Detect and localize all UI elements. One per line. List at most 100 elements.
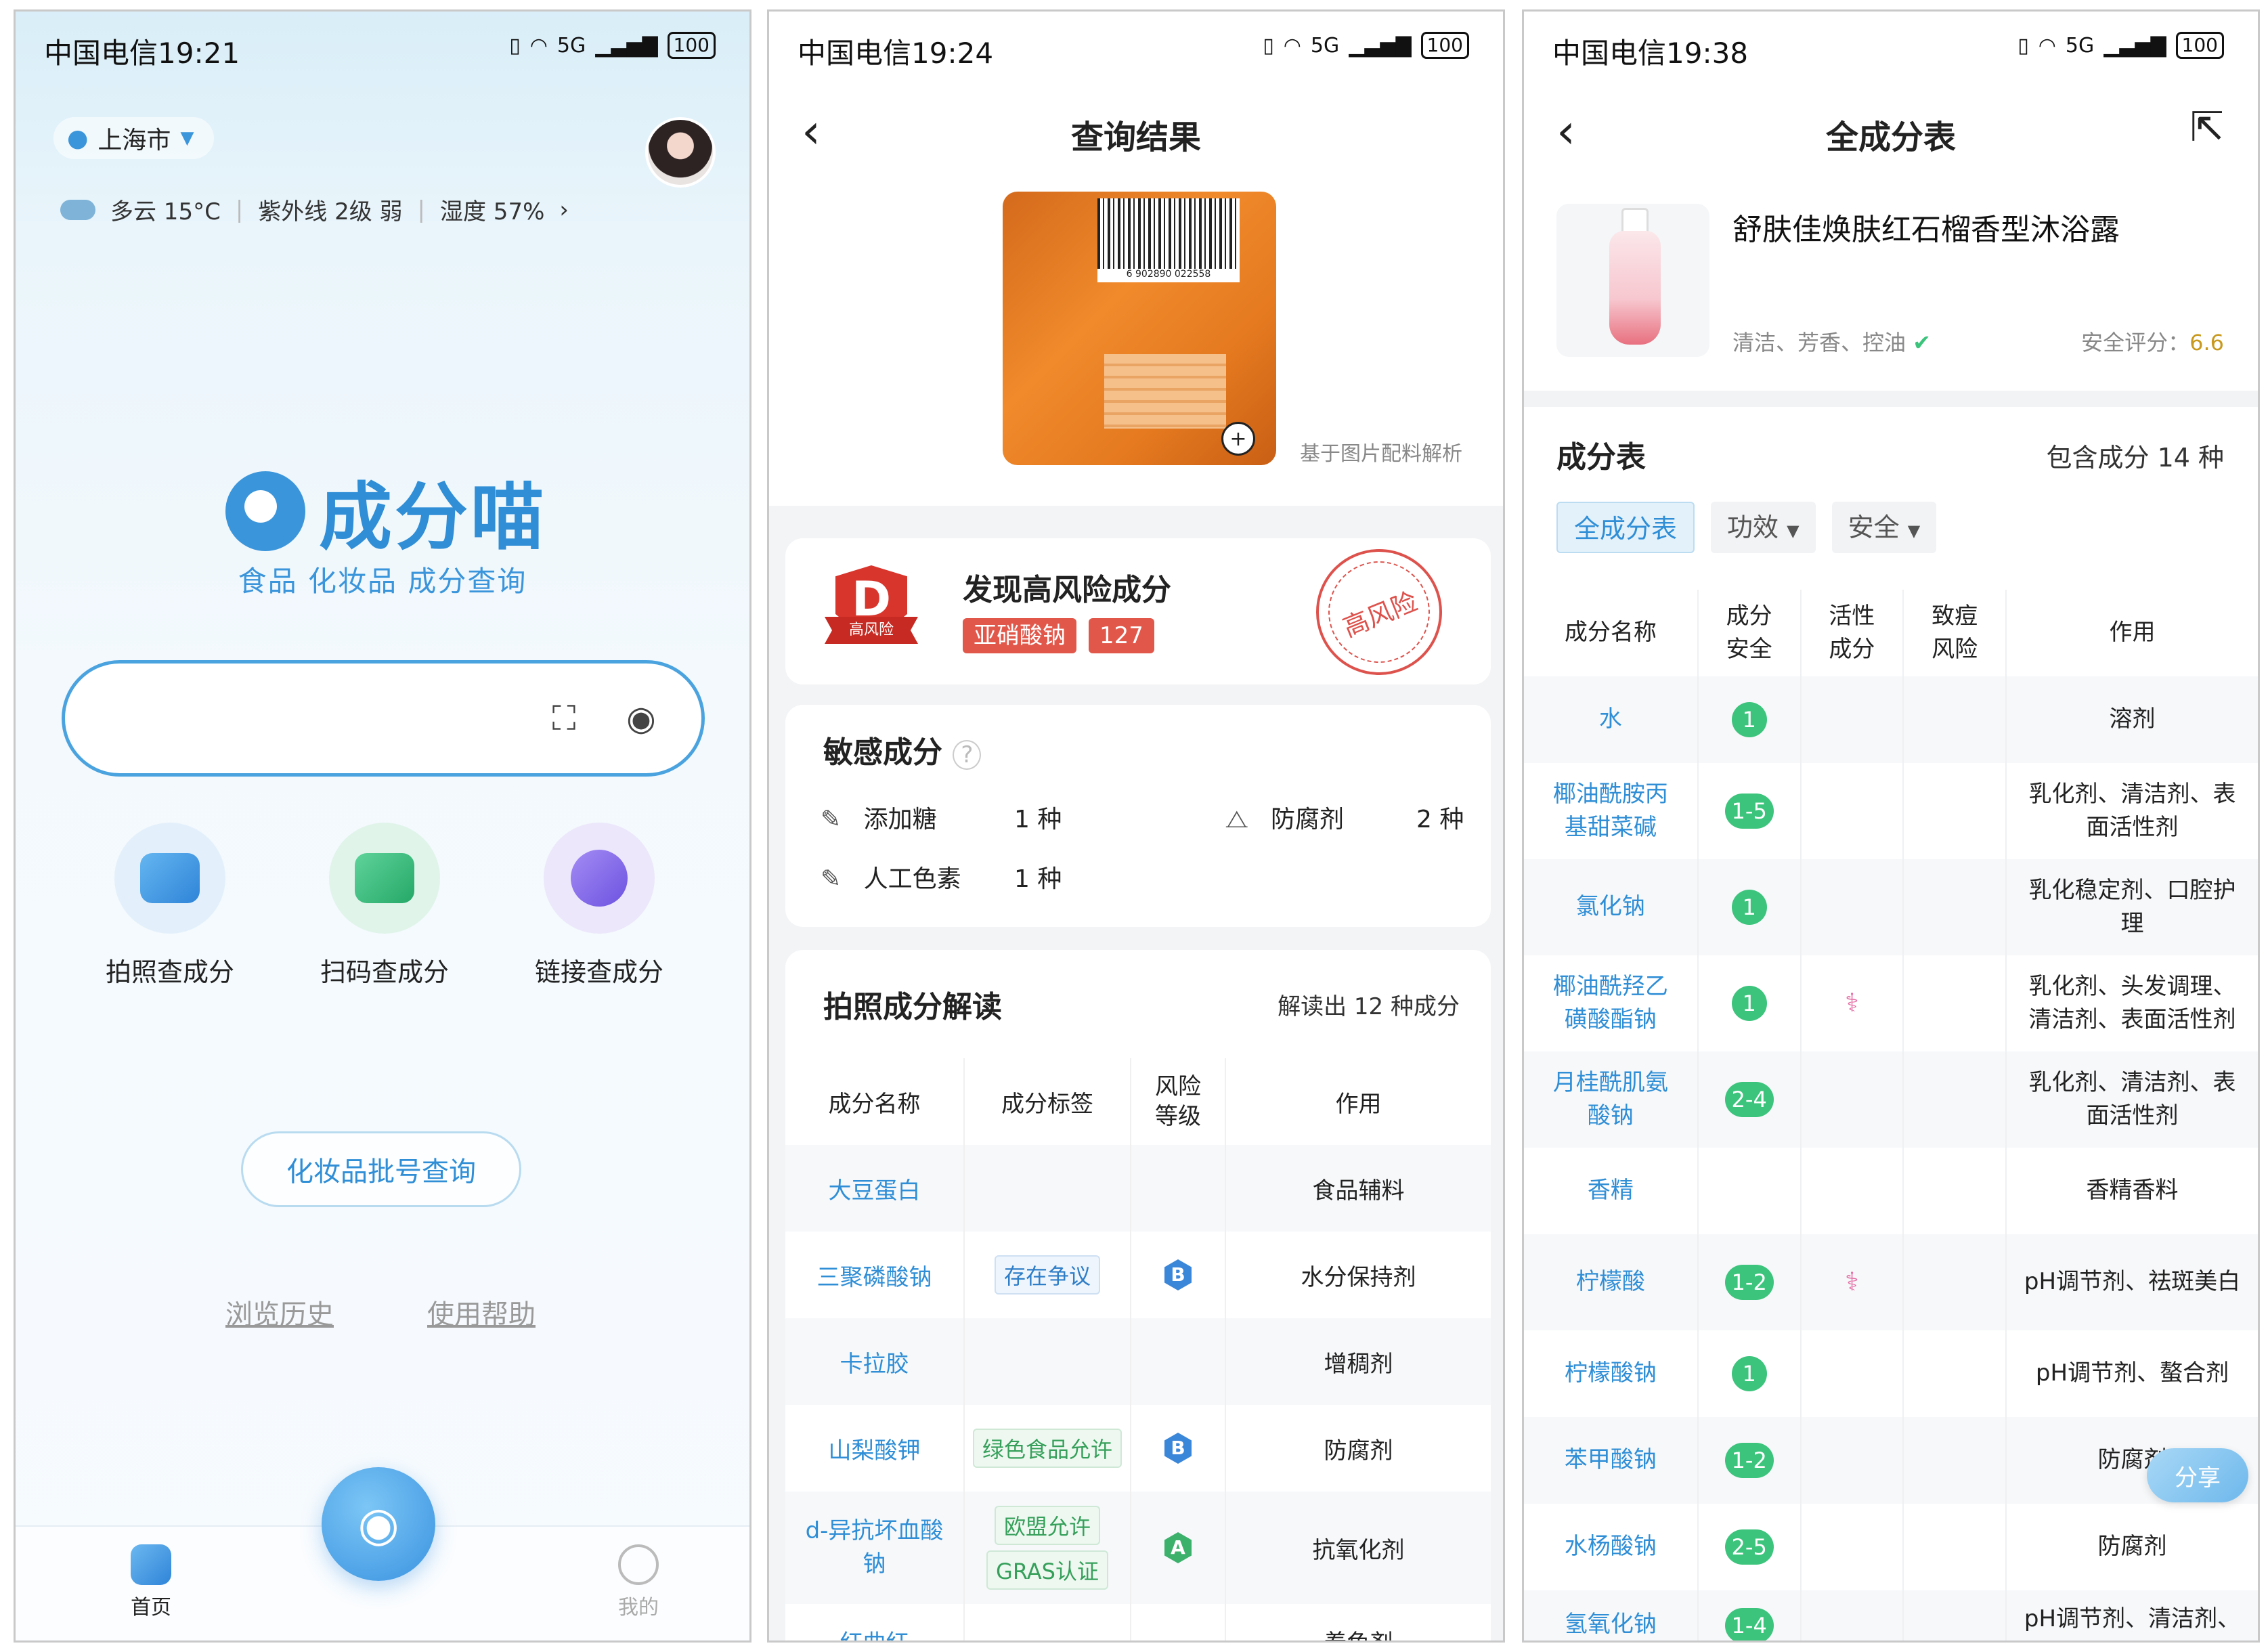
humidity-text: 湿度 57% [440,198,545,225]
dropper-icon: ✎ [821,865,842,893]
network-label: 5G [557,33,586,58]
product-image [1556,204,1709,357]
link-query-button[interactable]: 链接查成分 [511,823,687,988]
location-selector[interactable]: ● 上海市 ▼ [53,117,215,159]
vibrate-icon: ▯ [1263,33,1274,58]
table-row[interactable]: 氢氧化钠 1-4 pH调节剂、清洁剂、 [1524,1590,2258,1640]
feature-label: 扫码查成分 [320,957,449,987]
filter-bar: 全成分表 功效 ▼ 安全 ▼ [1556,502,1937,553]
dna-active-icon: ⚕ [1845,988,1859,1018]
link-icon [571,850,628,907]
status-carrier-time: 中国电信19:21 [44,37,240,70]
battery-icon: 100 [2175,32,2224,59]
table-row[interactable]: 椰油酰羟乙磺酸酯钠 1 ⚕ 乳化剂、头发调理、清洁剂、表面活性剂 [1524,955,2258,1051]
safety-score: 安全评分：6.6 [2081,330,2224,355]
location-pin-icon: ● [67,124,89,152]
table-header-row: 成分名称 成分标签 风险等级 作用 [785,1058,1491,1145]
signal-icon: ▁▃▅▇ [595,33,658,58]
table-row[interactable]: 柠檬酸 1-2 ⚕ pH调节剂、祛斑美白 [1524,1234,2258,1330]
signal-icon: ▁▃▅▇ [1349,33,1412,58]
safety-score-value: 6.6 [2189,330,2224,355]
camera-icon [140,853,200,903]
help-link[interactable]: 使用帮助 [427,1292,536,1332]
filter-safety[interactable]: 安全 ▼ [1831,502,1937,553]
safety-score-badge: 2-4 [1724,1082,1774,1117]
status-bar: 中国电信19:24 ▯ ◠ 5G ▁▃▅▇ 100 [769,12,1503,86]
product-card: 舒肤佳焕肤红石榴香型沐浴露 清洁、芳香、控油 ✔ 安全评分：6.6 [1524,181,2258,391]
camera-icon: ◉ [357,1496,399,1552]
share-float-button[interactable]: 分享 [2147,1448,2248,1502]
table-row[interactable]: 氯化钠 1 乳化稳定剂、口腔护理 [1524,859,2258,955]
risk-grade-b-badge: B [1164,1259,1192,1290]
camera-fab-button[interactable]: ◉ [322,1467,435,1581]
ingredient-tag: 欧盟允许 [994,1506,1100,1545]
feature-label: 拍照查成分 [105,957,234,987]
search-input[interactable]: ⛶ ◉ [62,660,705,777]
photo-section-title: 拍照成分解读 [823,990,1002,1024]
tab-mine[interactable]: 我的 [591,1544,686,1620]
safety-score-badge: 1 [1731,702,1767,737]
app-slogan: 食品 化妆品 成分查询 [238,565,527,598]
table-row[interactable]: 月桂酰肌氨酸钠 2-4 乳化剂、清洁剂、表面活性剂 [1524,1051,2258,1148]
table-row[interactable]: 三聚磷酸钠 存在争议 B 水分保持剂 [785,1232,1491,1318]
zoom-in-icon[interactable]: + [1221,422,1255,456]
risk-grade-label: 高风险 [825,617,918,644]
caret-down-icon: ▼ [1907,521,1921,540]
sensitive-item[interactable]: ⧍ 防腐剂 [1225,800,1344,835]
history-link[interactable]: 浏览历史 [225,1292,334,1332]
table-row[interactable]: 卡拉胶 增稠剂 [785,1318,1491,1405]
table-row[interactable]: 苯甲酸钠 1-2 防腐剂 [1524,1417,2258,1504]
table-row[interactable]: 水 1 溶剂 [1524,676,2258,763]
filter-all[interactable]: 全成分表 [1556,502,1695,553]
syringe-icon: ✎ [821,806,842,833]
table-row[interactable]: 红曲红 着色剂 [785,1604,1491,1640]
table-row[interactable]: 山梨酸钾 绿色食品允许 B 防腐剂 [785,1405,1491,1492]
product-tags: 清洁、芳香、控油 ✔ [1732,330,1931,355]
weather-bar[interactable]: 多云 15°C | 紫外线 2级 弱 | 湿度 57% › [60,193,569,226]
camera-icon[interactable]: ◉ [616,693,666,743]
sensitive-item[interactable]: ✎ 添加糖 [821,800,937,835]
batch-query-button[interactable]: 化妆品批号查询 [241,1131,521,1207]
barcode-number: 6 902890 022558 [1097,269,1240,282]
table-row[interactable]: 柠檬酸钠 1 pH调节剂、螯合剂 [1524,1330,2258,1417]
sensitive-count: 1 种 [1014,865,1062,893]
avatar[interactable] [645,117,716,188]
sensitive-item[interactable]: ✎ 人工色素 [821,859,961,894]
table-row[interactable]: 椰油酰胺丙基甜菜碱 1-5 乳化剂、清洁剂、表面活性剂 [1524,763,2258,859]
status-bar: 中国电信19:21 ▯ ◠ 5G ▁▃▅▇ 100 [16,12,749,86]
table-row[interactable]: 香精 香精香料 [1524,1148,2258,1234]
share-export-icon[interactable]: ⇱ [2190,104,2224,151]
network-label: 5G [1310,33,1340,58]
table-row[interactable]: d-异抗坏血酸钠 欧盟允许 GRAS认证 A 抗氧化剂 [785,1492,1491,1604]
dna-active-icon: ⚕ [1845,1267,1859,1297]
nav-bar: ‹ 查询结果 [769,86,1503,181]
risk-ingredient-tag[interactable]: 亚硝酸钠 [963,618,1076,653]
full-ingredients-screen: 中国电信19:38 ▯ ◠ 5G ▁▃▅▇ 100 ‹ 全成分表 ⇱ 舒肤佳焕肤… [1522,9,2260,1643]
filter-efficacy[interactable]: 功效 ▼ [1711,502,1816,553]
safety-score-badge: 1 [1731,1356,1767,1391]
sensitive-card: 敏感成分 ? ✎ 添加糖 1 种 ⧍ 防腐剂 2 种 ✎ 人工色素 1 种 [785,705,1491,927]
home-icon [131,1544,171,1585]
scan-icon[interactable]: ⛶ [539,693,589,743]
safety-score-badge: 1 [1731,986,1767,1021]
table-row[interactable]: 水杨酸钠 2-5 防腐剂 [1524,1504,2258,1590]
sensitive-title: 敏感成分 [823,735,942,770]
photo-ingredients-card: 拍照成分解读 解读出 12 种成分 成分名称 成分标签 风险等级 作用 大豆蛋白… [785,950,1491,1640]
caret-down-icon: ▼ [1787,521,1800,540]
sensitive-name: 人工色素 [863,865,961,893]
flask-icon: ⧍ [1225,806,1248,833]
app-logo: 成分喵 [225,458,546,564]
safety-score-badge: 2-5 [1724,1529,1774,1565]
safety-score-badge: 1-5 [1724,794,1774,829]
risk-card: D 高风险 发现高风险成分 亚硝酸钠 127 高风险 [785,529,1491,695]
photo-query-button[interactable]: 拍照查成分 [82,823,258,988]
tab-home[interactable]: 首页 [104,1544,198,1620]
safety-score-badge: 1-2 [1724,1443,1774,1478]
sensitive-name: 添加糖 [863,806,937,833]
barcode-query-button[interactable]: 扫码查成分 [297,823,473,988]
table-row[interactable]: 大豆蛋白 食品辅料 [785,1145,1491,1232]
city-label: 上海市 [97,127,171,154]
status-carrier-time: 中国电信19:38 [1552,37,1749,70]
help-icon[interactable]: ? [953,740,982,770]
parse-basis-text: 基于图片配料解析 [1300,442,1462,466]
